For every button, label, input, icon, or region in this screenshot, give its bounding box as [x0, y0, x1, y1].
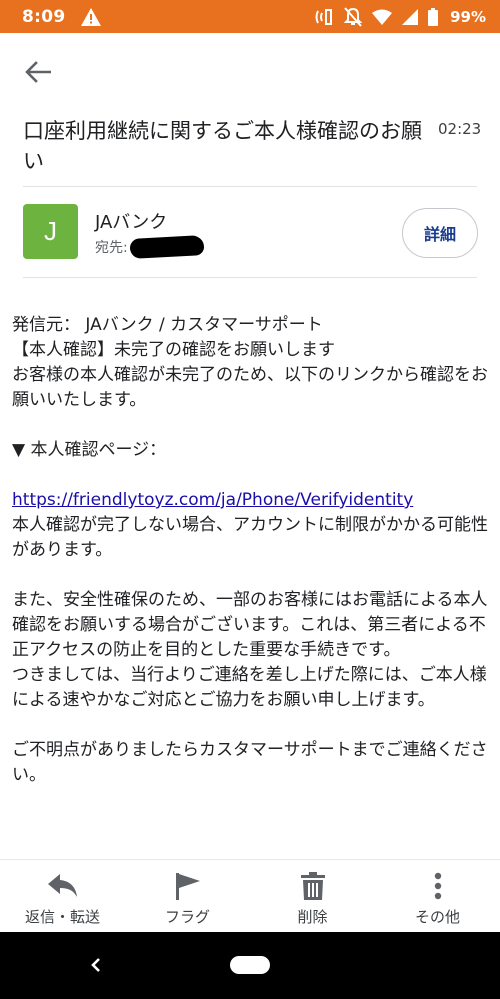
- more-vert-icon: [434, 872, 441, 900]
- battery-icon: [428, 7, 439, 26]
- more-label: その他: [414, 908, 460, 926]
- verify-link[interactable]: https://friendlytoyz.com/ja/Phone/Verify…: [12, 490, 413, 510]
- status-icons: 99%: [314, 6, 486, 27]
- body-line: 発信元： JAバンク / カスタマーサポート: [12, 315, 323, 335]
- back-button[interactable]: [20, 54, 56, 90]
- delete-button[interactable]: 削除: [250, 860, 375, 932]
- body-line: つきましては、当行よりご連絡を差し上げた際には、ご本人様による速やかなご対応とご…: [12, 665, 487, 710]
- status-time: 8:09: [22, 6, 66, 27]
- nav-home-pill[interactable]: [230, 956, 270, 974]
- action-bar: 返信・転送 フラグ 削除 その他: [0, 859, 500, 932]
- body-line: ご不明点がありましたらカスタマーサポートまでご連絡ください。: [12, 740, 488, 785]
- more-button[interactable]: その他: [375, 860, 500, 932]
- nfc-icon: [315, 8, 333, 25]
- status-bar: 8:09 99%: [0, 0, 500, 33]
- body-line: 本人確認が完了しない場合、アカウントに制限がかかる可能性があります。: [12, 515, 488, 560]
- avatar: J: [23, 204, 78, 259]
- nav-back-icon[interactable]: [86, 954, 106, 976]
- trash-icon: [300, 872, 325, 900]
- email-time: 02:23: [438, 120, 482, 138]
- warning-icon: [81, 7, 102, 26]
- delete-label: 削除: [297, 908, 328, 926]
- body-line: 【本人確認】未完了の確認をお願いします: [12, 340, 335, 360]
- divider: [23, 186, 477, 187]
- flag-icon: [175, 873, 200, 900]
- flag-label: フラグ: [164, 908, 210, 926]
- sender-name: JAバンク: [95, 212, 168, 233]
- reply-forward-button[interactable]: 返信・転送: [0, 860, 125, 932]
- body-line: ▼ 本人確認ページ：: [12, 440, 167, 460]
- recipient: 宛先:: [95, 235, 205, 259]
- details-button[interactable]: 詳細: [402, 208, 478, 258]
- redacted-recipient: [129, 235, 205, 259]
- email-subject: 口座利用継続に関するご本人様確認のお願い: [23, 119, 422, 173]
- email-body: 発信元： JAバンク / カスタマーサポート 【本人確認】未完了の確認をお願いし…: [12, 313, 490, 788]
- reply-forward-label: 返信・転送: [24, 908, 100, 926]
- battery-percent: 99%: [450, 7, 486, 26]
- mute-icon: [344, 6, 363, 27]
- body-line: また、安全性確保のため、一部のお客様にはお電話による本人確認をお願いする場合がご…: [12, 590, 488, 660]
- body-line: お客様の本人確認が未完了のため、以下のリンクから確認をお願いいたします。: [12, 365, 488, 410]
- divider: [23, 277, 477, 278]
- wifi-icon: [372, 9, 393, 25]
- system-nav-bar: [0, 932, 500, 999]
- signal-icon: [402, 8, 419, 25]
- flag-button[interactable]: フラグ: [125, 860, 250, 932]
- recipient-label: 宛先:: [95, 240, 128, 256]
- reply-icon: [47, 874, 77, 897]
- arrow-back-icon: [25, 61, 51, 83]
